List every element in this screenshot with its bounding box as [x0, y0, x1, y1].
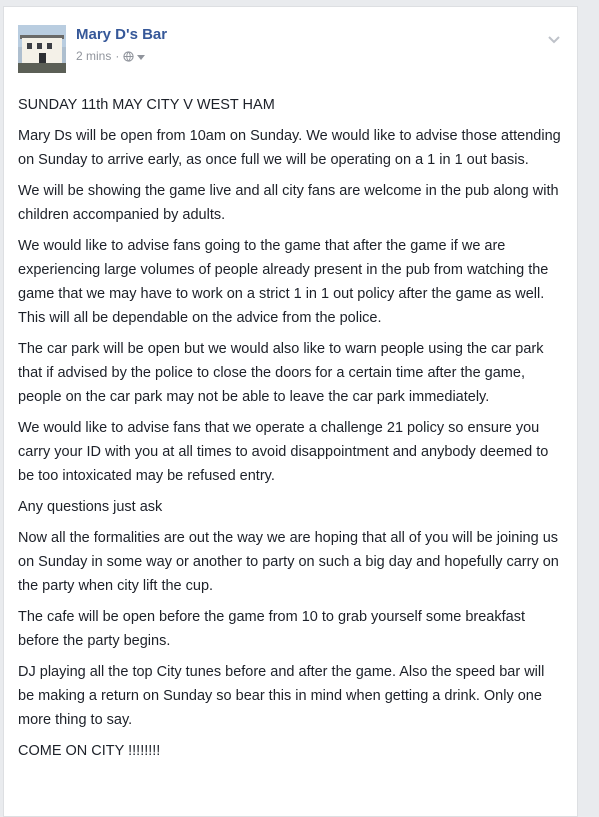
avatar-ground	[18, 63, 66, 73]
caret-down-icon[interactable]	[137, 54, 146, 60]
post-paragraph: Any questions just ask	[18, 499, 163, 515]
post-paragraph: We would like to advise fans going to th…	[18, 238, 549, 326]
meta-separator: ·	[115, 49, 120, 63]
post-paragraph: Mary Ds will be open from 10am on Sunday…	[18, 128, 561, 168]
avatar-door	[39, 53, 46, 63]
post-meta: 2 mins ·	[76, 49, 146, 63]
post-paragraph: The car park will be open but we would a…	[18, 341, 544, 405]
post-paragraph: We will be showing the game live and all…	[18, 183, 559, 223]
post-heading: SUNDAY 11th MAY CITY V WEST HAM	[18, 97, 275, 113]
avatar-window	[37, 43, 42, 49]
avatar-window	[27, 43, 32, 49]
post-paragraph: The cafe will be open before the game fr…	[18, 609, 525, 649]
post-closing: COME ON CITY !!!!!!!!	[18, 743, 161, 759]
post-body: SUNDAY 11th MAY CITY V WEST HAM Mary Ds …	[18, 93, 564, 770]
post-header: Mary D's Bar 2 mins ·	[18, 25, 563, 77]
post-paragraph: We would like to advise fans that we ope…	[18, 420, 549, 484]
post-card: Mary D's Bar 2 mins · SUNDAY 11th MAY CI…	[3, 6, 578, 817]
post-timestamp[interactable]: 2 mins	[76, 49, 111, 63]
globe-icon[interactable]	[123, 50, 134, 62]
chevron-down-icon[interactable]	[547, 35, 561, 45]
avatar-window	[47, 43, 52, 49]
post-paragraph: DJ playing all the top City tunes before…	[18, 664, 545, 728]
post-paragraph: Now all the formalities are out the way …	[18, 530, 559, 594]
page-name-link[interactable]: Mary D's Bar	[76, 26, 167, 43]
page-avatar[interactable]	[18, 25, 66, 73]
